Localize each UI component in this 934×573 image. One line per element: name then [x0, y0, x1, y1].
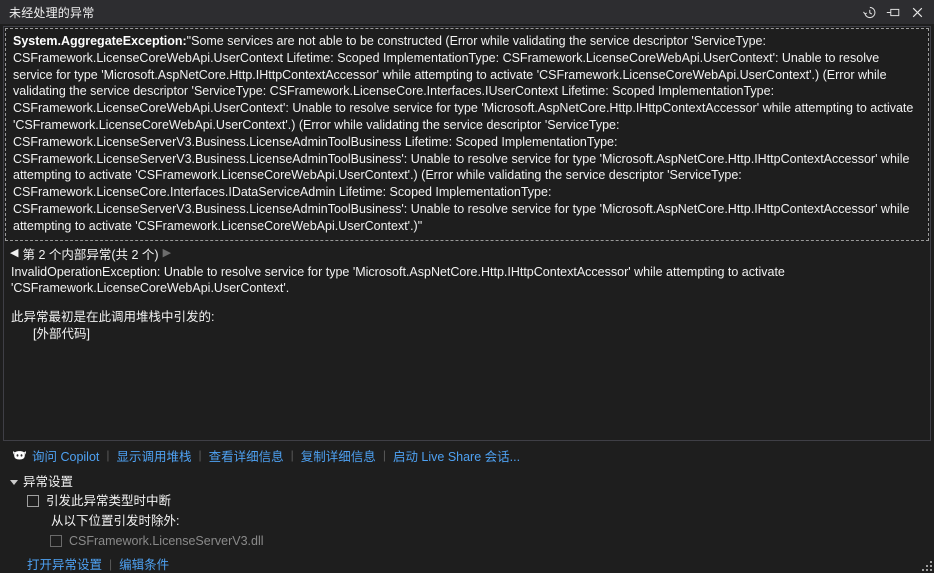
exception-settings-section: 异常设置 引发此异常类型时中断 从以下位置引发时除外: CSFramework.…	[3, 467, 931, 573]
window-titlebar: 未经处理的异常	[0, 0, 934, 24]
break-on-throw-label: 引发此异常类型时中断	[46, 494, 172, 508]
copilot-icon	[12, 448, 27, 462]
link-ask-copilot[interactable]: 询问 Copilot	[32, 446, 99, 465]
link-separator: |	[290, 448, 294, 463]
resize-grip[interactable]	[919, 558, 932, 571]
link-edit-conditions[interactable]: 编辑条件	[119, 554, 169, 573]
module-exception-checkbox[interactable]	[50, 535, 62, 547]
action-links-row: 询问 Copilot | 显示调用堆栈 | 查看详细信息 | 复制详细信息 | …	[3, 441, 931, 467]
except-when-label: 从以下位置引发时除外:	[51, 514, 180, 528]
link-open-exception-settings[interactable]: 打开异常设置	[27, 554, 102, 573]
inner-exception-message: InvalidOperationException: Unable to res…	[11, 264, 785, 296]
prev-inner-exception-icon[interactable]: ◀	[10, 247, 18, 259]
dock-icon[interactable]	[882, 1, 904, 23]
expander-triangle-icon[interactable]	[10, 480, 18, 485]
link-start-live-share[interactable]: 启动 Live Share 会话...	[393, 446, 520, 465]
break-on-throw-checkbox[interactable]	[27, 495, 39, 507]
link-copy-details[interactable]: 复制详细信息	[301, 446, 376, 465]
inner-exception-nav: ◀ 第 2 个内部异常(共 2 个) ▶	[4, 241, 930, 263]
link-view-details[interactable]: 查看详细信息	[209, 446, 284, 465]
break-on-throw-row[interactable]: 引发此异常类型时中断	[10, 491, 931, 511]
window-title: 未经处理的异常	[9, 5, 95, 20]
link-show-call-stack[interactable]: 显示调用堆栈	[117, 446, 192, 465]
inner-exception-label: 第 2 个内部异常(共 2 个)	[22, 247, 159, 262]
exception-type: System.AggregateException:	[13, 34, 187, 48]
link-separator: |	[198, 448, 202, 463]
next-inner-exception-icon[interactable]: ▶	[163, 247, 171, 259]
link-separator: |	[109, 556, 113, 571]
link-separator: |	[106, 448, 110, 463]
titlebar-buttons	[858, 1, 934, 23]
call-stack-title: 此异常最初是在此调用堆栈中引发的:	[11, 310, 215, 325]
module-exception-row[interactable]: CSFramework.LicenseServerV3.dll	[10, 531, 931, 551]
exception-message-focus-box[interactable]: System.AggregateException:"Some services…	[5, 28, 929, 241]
call-stack-section: 此异常最初是在此调用堆栈中引发的: [外部代码]	[4, 297, 930, 343]
close-icon[interactable]	[906, 1, 928, 23]
history-icon[interactable]	[858, 1, 880, 23]
settings-links-row: 打开异常设置 | 编辑条件	[10, 551, 931, 573]
exception-detail-panel[interactable]: System.AggregateException:"Some services…	[3, 26, 931, 441]
exception-settings-header[interactable]: 异常设置	[10, 473, 931, 491]
module-exception-label: CSFramework.LicenseServerV3.dll	[69, 534, 264, 548]
link-separator: |	[382, 448, 386, 463]
exception-message: System.AggregateException:"Some services…	[13, 33, 922, 235]
exception-settings-title: 异常设置	[23, 475, 74, 489]
window-body: System.AggregateException:"Some services…	[0, 24, 934, 573]
exception-message-text: "Some services are not able to be constr…	[13, 34, 914, 233]
call-stack-frame[interactable]: [外部代码]	[11, 326, 930, 343]
